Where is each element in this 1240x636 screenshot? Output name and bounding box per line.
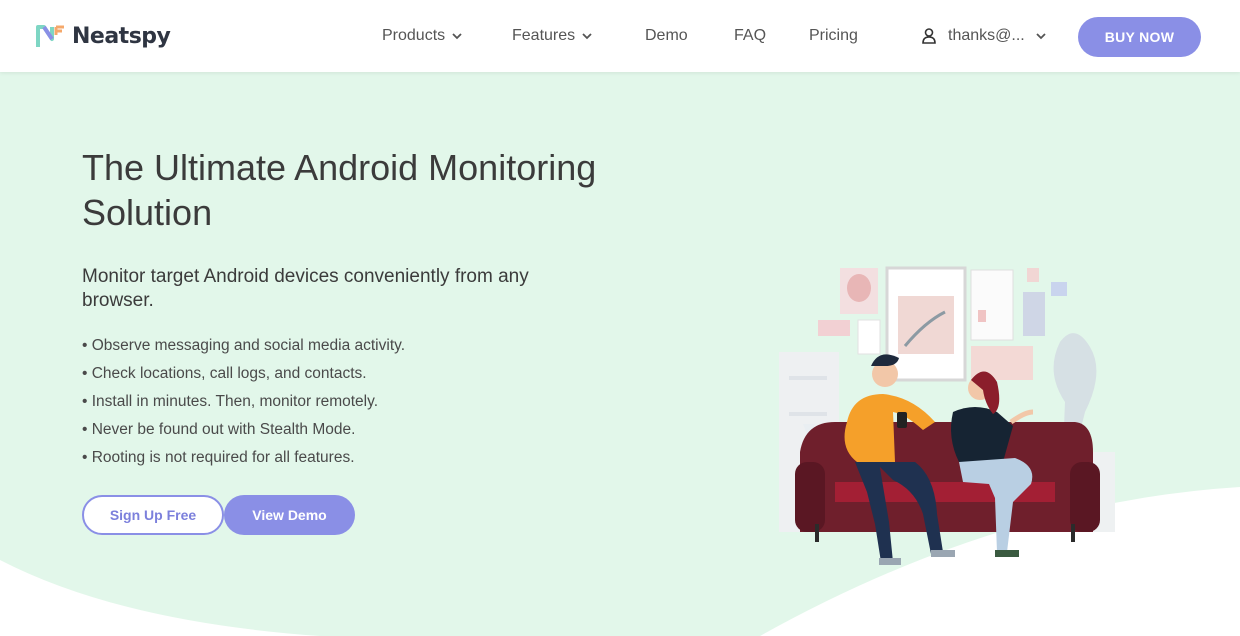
user-account-menu[interactable]: thanks@...	[920, 24, 1047, 48]
nav-faq-label: FAQ	[734, 27, 767, 44]
feature-item: • Observe messaging and social media act…	[82, 337, 406, 354]
brand-logo[interactable]: Neatspy	[36, 20, 171, 52]
hero-title: The Ultimate Android Monitoring Solution	[82, 147, 597, 233]
brand-name: Neatspy	[72, 23, 171, 49]
view-demo-button[interactable]: View Demo	[224, 495, 355, 535]
nav-faq[interactable]: FAQ	[734, 24, 766, 48]
hero-section: The Ultimate Android Monitoring Solution…	[0, 72, 1240, 636]
site-header: Neatspy Products Features Demo FAQ Prici…	[0, 0, 1240, 72]
user-email: thanks@...	[948, 27, 1025, 44]
nav-pricing[interactable]: Pricing	[809, 24, 858, 48]
nav-features-label: Features	[512, 27, 576, 44]
couple-on-sofa-illustration	[779, 266, 1115, 565]
neatspy-logo-icon	[36, 25, 64, 47]
feature-item: • Install in minutes. Then, monitor remo…	[82, 393, 379, 410]
nav-demo-label: Demo	[645, 27, 688, 44]
sign-up-free-button[interactable]: Sign Up Free	[82, 495, 224, 535]
chevron-down-icon	[582, 33, 592, 40]
feature-list: • Observe messaging and social media act…	[82, 332, 405, 472]
nav-products[interactable]: Products	[382, 24, 463, 48]
nav-pricing-label: Pricing	[809, 27, 858, 44]
buy-now-button[interactable]: BUY NOW	[1078, 17, 1201, 57]
chevron-down-icon	[452, 33, 462, 40]
feature-item: • Rooting is not required for all featur…	[82, 449, 355, 466]
hero-subtitle: Monitor target Android devices convenien…	[82, 266, 529, 311]
user-icon	[922, 28, 936, 44]
feature-item: • Check locations, call logs, and contac…	[82, 365, 367, 382]
feature-item: • Never be found out with Stealth Mode.	[82, 421, 356, 438]
nav-demo[interactable]: Demo	[645, 24, 688, 48]
nav-products-label: Products	[382, 27, 446, 44]
chevron-down-icon	[1036, 33, 1046, 40]
nav-features[interactable]: Features	[512, 24, 593, 48]
